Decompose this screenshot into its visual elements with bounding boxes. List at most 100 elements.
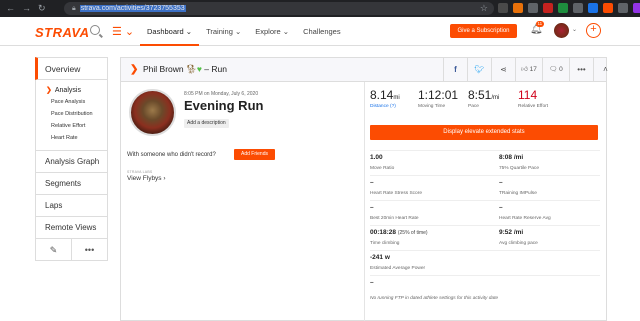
- extensions-bar: ⋮: [498, 3, 640, 13]
- browser-toolbar: ← → ↻ 🔒︎ strava.com/activities/372375535…: [0, 0, 640, 17]
- bookmark-star-icon[interactable]: ☆: [480, 2, 488, 15]
- extension-icon[interactable]: [603, 3, 613, 13]
- facebook-share-icon[interactable]: f: [443, 58, 467, 82]
- comment-icon: 🗨︎: [549, 66, 558, 73]
- quartile-pace-label: 75% Quartile Pace: [499, 166, 539, 171]
- pace-value: 8:51: [468, 88, 492, 102]
- relative-effort-value: 114: [518, 88, 538, 102]
- activity-panel: ❯ Phil Brown 🐕︎♥ – Run f 🐦︎ ⋖ 👍︎ 17 🗨︎ 0…: [120, 57, 608, 321]
- edit-pencil-icon[interactable]: ✎: [36, 239, 71, 260]
- thumbs-up-icon: 👍︎: [521, 66, 528, 73]
- nav-explore[interactable]: Explore ⌄: [248, 17, 296, 46]
- hrss-label: Heart Rate Stress Score: [370, 191, 422, 196]
- more-options-icon[interactable]: •••: [71, 239, 107, 260]
- stat-distance: 8.14mi Distance (?): [370, 88, 400, 109]
- share-icon[interactable]: ⋖: [491, 58, 515, 82]
- activity-titlebar: ❯ Phil Brown 🐕︎♥ – Run f 🐦︎ ⋖ 👍︎ 17 🗨︎ 0…: [121, 58, 608, 82]
- nav-challenges[interactable]: Challenges: [296, 17, 348, 46]
- hr-reserve-value: –: [499, 204, 503, 211]
- activity-header-title: Phil Brown 🐕︎♥ – Run: [143, 64, 227, 75]
- display-elevate-stats-button[interactable]: Display elevate extended stats: [370, 125, 598, 140]
- climbing-pace-label: Avg climbing pace: [499, 241, 538, 246]
- nav-dashboard[interactable]: Dashboard ⌄: [140, 17, 200, 46]
- sidebar-subitem-relative-effort[interactable]: Relative Effort: [46, 120, 107, 132]
- run-type-icon: ❯: [130, 64, 139, 75]
- collapse-chevron-up-icon[interactable]: ˄: [593, 58, 617, 82]
- upload-plus-icon[interactable]: +: [586, 23, 601, 38]
- pace-label: Pace: [468, 104, 479, 109]
- nav-training[interactable]: Training ⌄: [199, 17, 248, 46]
- browser-nav: ← → ↻: [0, 3, 60, 14]
- sidebar-subitem-heart-rate[interactable]: Heart Rate: [46, 132, 107, 144]
- extension-icon[interactable]: [588, 3, 598, 13]
- extension-icon[interactable]: [513, 3, 523, 13]
- add-description-button[interactable]: Add a description: [184, 119, 229, 128]
- notifications-bell-icon[interactable]: 🔔︎ 11: [530, 21, 544, 35]
- with-someone-prompt: With someone who didn't record?: [127, 152, 216, 158]
- activity-sidebar: Overview ❯ Analysis Pace Analysis Pace D…: [35, 57, 108, 261]
- kudos-button[interactable]: 👍︎ 17: [515, 58, 542, 82]
- sidebar-item-overview[interactable]: Overview: [35, 57, 108, 80]
- give-subscription-button[interactable]: Give a Subscription: [450, 24, 517, 38]
- extension-icon[interactable]: [633, 3, 640, 13]
- strava-labs-label: STRAVA LABS: [127, 170, 153, 174]
- activity-type-suffix: – Run: [204, 64, 227, 74]
- extension-icon[interactable]: [573, 3, 583, 13]
- quartile-pace-value: 8:08 /mi: [499, 154, 524, 161]
- stat-pace: 8:51/mi Pace: [468, 88, 499, 109]
- stats-row: – Heart Rate Stress Score – TRaining IMPul…: [370, 175, 600, 200]
- sidebar-item-segments[interactable]: Segments: [35, 173, 108, 195]
- comments-button[interactable]: 🗨︎ 0: [542, 58, 569, 82]
- athlete-name[interactable]: Phil Brown: [143, 64, 184, 74]
- extension-icon[interactable]: [618, 3, 628, 13]
- main-nav: Dashboard ⌄ Training ⌄ Explore ⌄ Challen…: [140, 17, 348, 46]
- twitter-share-icon[interactable]: 🐦︎: [467, 58, 491, 82]
- add-friends-button[interactable]: Add Friends: [234, 149, 275, 160]
- extension-icon[interactable]: [528, 3, 538, 13]
- activity-title: Evening Run: [184, 98, 264, 113]
- column-divider: [364, 82, 365, 321]
- athlete-avatar[interactable]: [129, 89, 176, 136]
- green-heart-icon: ♥: [196, 64, 202, 74]
- search-icon[interactable]: [90, 25, 100, 35]
- time-climbing-percent: (25% of time): [397, 230, 428, 236]
- pace-unit: /mi: [491, 95, 500, 101]
- sidebar-analysis-group: ❯ Analysis Pace Analysis Pace Distributi…: [35, 80, 108, 151]
- address-bar[interactable]: 🔒︎ strava.com/activities/3723755353 ☆: [64, 2, 494, 15]
- sidebar-actions: ✎ •••: [35, 239, 108, 261]
- comments-count: 0: [559, 66, 563, 73]
- user-avatar[interactable]: [554, 23, 569, 38]
- time-climbing-label: Time climbing: [370, 241, 400, 246]
- sidebar-item-remote-views[interactable]: Remote Views: [35, 217, 108, 239]
- site-header: STRAVA ☰ ⌄ Dashboard ⌄ Training ⌄ Explor…: [0, 17, 640, 46]
- sidebar-item-analysis[interactable]: ❯ Analysis: [46, 84, 107, 96]
- extension-icon[interactable]: [498, 3, 508, 13]
- reload-icon[interactable]: ↻: [38, 3, 46, 14]
- distance-unit: mi: [393, 95, 400, 101]
- kudos-count: 17: [529, 66, 537, 73]
- url-text[interactable]: strava.com/activities/3723755353: [79, 5, 186, 12]
- extension-icon[interactable]: [558, 3, 568, 13]
- move-ratio-label: Move Ratio: [370, 166, 395, 171]
- ftp-note: No running FTP in dated athlete settings…: [370, 296, 499, 301]
- trimp-value: –: [499, 179, 503, 186]
- stats-row: -241 w Estimated Average Power: [370, 250, 600, 275]
- menu-icon[interactable]: ☰ ⌄: [112, 25, 134, 38]
- sidebar-subitem-pace-analysis[interactable]: Pace Analysis: [46, 96, 107, 108]
- sidebar-item-analysis-graph[interactable]: Analysis Graph: [35, 151, 108, 173]
- more-options-icon[interactable]: •••: [569, 58, 593, 82]
- dog-emoji-icon: 🐕︎: [186, 64, 197, 74]
- sidebar-item-label: Analysis: [54, 86, 81, 94]
- distance-label[interactable]: Distance (?): [370, 104, 400, 109]
- sidebar-subitem-pace-distribution[interactable]: Pace Distribution: [46, 108, 107, 120]
- climbing-pace-value: 9:52 /mi: [499, 229, 524, 236]
- forward-icon[interactable]: →: [22, 3, 31, 14]
- extension-icon[interactable]: [543, 3, 553, 13]
- moving-time-value: 1:12:01: [418, 88, 459, 102]
- view-flybys-link[interactable]: View Flybys ›: [127, 175, 166, 182]
- stat-moving-time: 1:12:01 Moving Time: [418, 88, 458, 109]
- sidebar-item-laps[interactable]: Laps: [35, 195, 108, 217]
- chevron-down-icon[interactable]: ⌄: [572, 26, 577, 33]
- strava-logo[interactable]: STRAVA: [35, 25, 90, 40]
- back-icon[interactable]: ←: [6, 3, 15, 14]
